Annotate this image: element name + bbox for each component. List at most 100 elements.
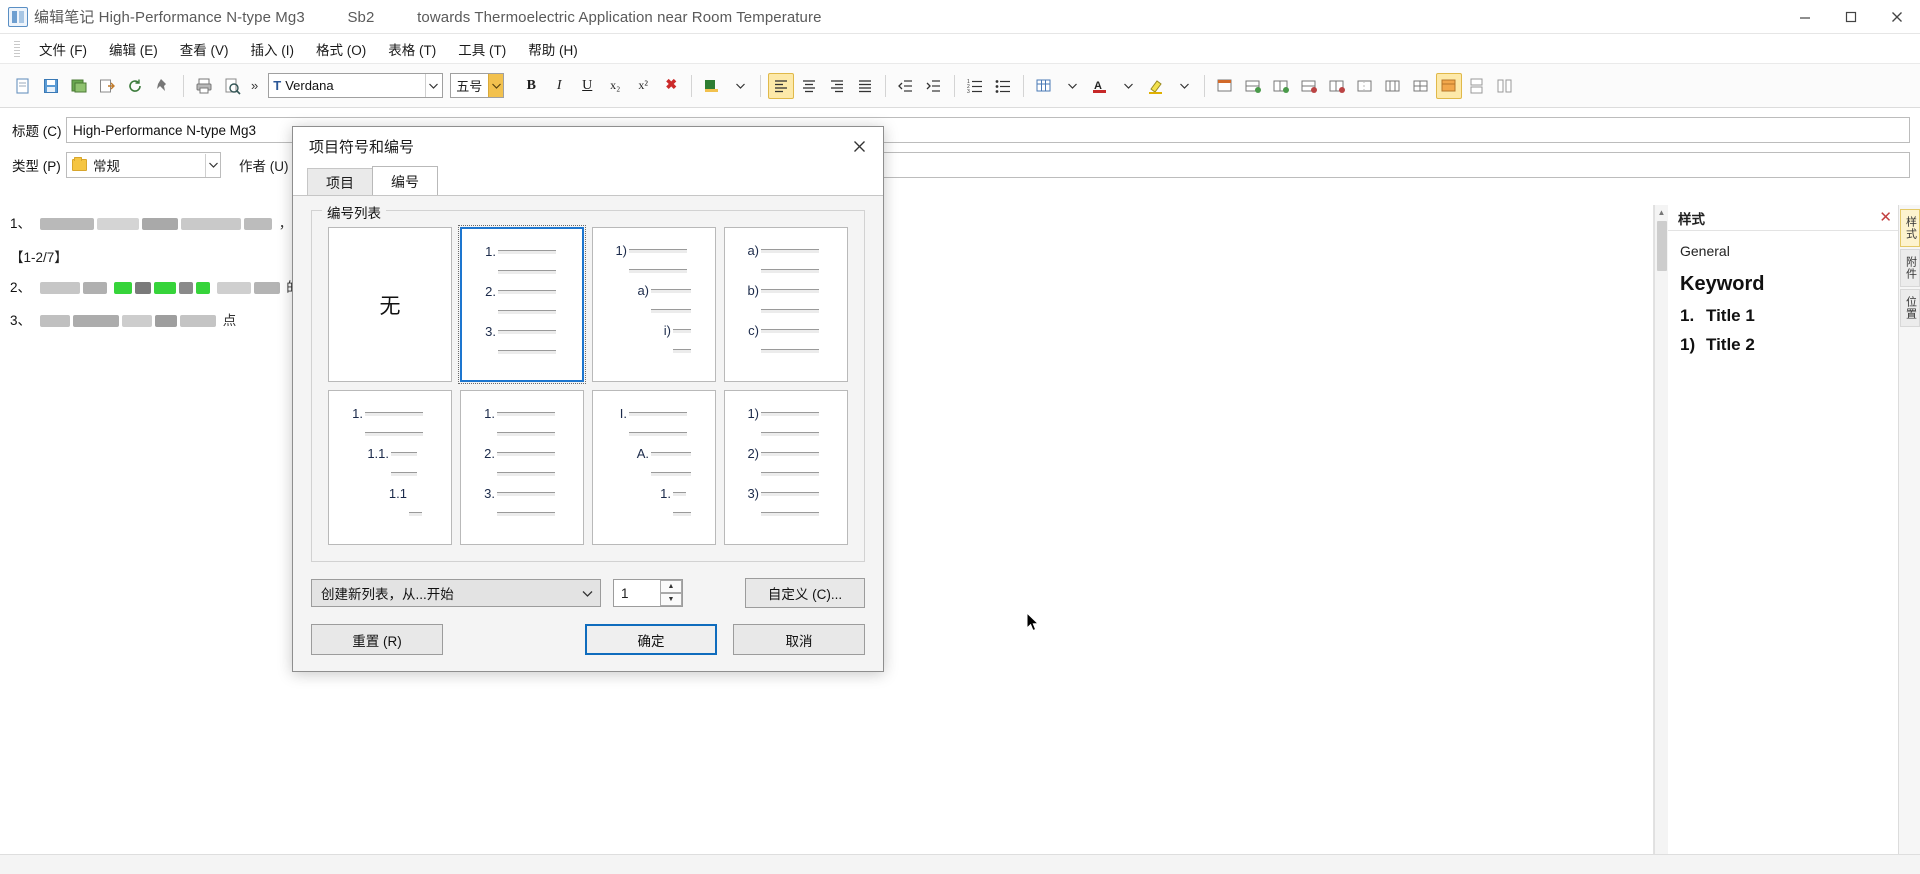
numbering-list-group-title: 编号列表 — [322, 202, 386, 223]
numbering-preview-line — [651, 288, 691, 293]
numbering-preview-line — [761, 511, 819, 516]
numbering-preview-line — [651, 451, 691, 456]
numbering-preview-marker: A. — [636, 446, 649, 462]
bullets-numbering-dialog: 项目符号和编号 项目 编号 编号列表 无 1. 2. 3. 1) a) i) a) b) c) 1.… — [292, 126, 884, 672]
dialog-overlay: 项目符号和编号 项目 编号 编号列表 无 1. 2. 3. 1) a) i) a) b) c) 1.… — [0, 0, 1920, 874]
numbering-preview-line — [498, 349, 556, 354]
numbering-preview-line — [673, 328, 691, 333]
numbering-preview-row — [737, 425, 835, 442]
numbering-preview-row: b) — [737, 282, 835, 299]
numbering-preview-line — [761, 288, 819, 293]
dialog-close-icon[interactable] — [839, 130, 879, 164]
numbering-preview-row — [341, 425, 439, 442]
numbering-preview-row: 1) — [737, 405, 835, 422]
numbering-preview-marker: 1. — [660, 486, 671, 502]
tab-numbering[interactable]: 编号 — [372, 166, 438, 197]
numbering-preview-row — [737, 505, 835, 522]
numbering-preview-row: 3. — [474, 323, 570, 340]
numbering-preview-row: I. — [605, 405, 703, 422]
numbering-preview-marker: 1. — [352, 406, 363, 422]
numbering-preview-row: a) — [605, 282, 703, 299]
numbering-preview-row — [737, 465, 835, 482]
numbering-preview-row — [341, 465, 439, 482]
numbering-preview-line — [497, 491, 555, 496]
numbering-preview-row — [605, 342, 703, 359]
dialog-tabs: 项目 编号 — [293, 166, 883, 197]
numbering-preview-line — [498, 269, 556, 274]
numbering-preview-row: 2) — [737, 445, 835, 462]
numbering-preview-row: c) — [737, 322, 835, 339]
cancel-button[interactable]: 取消 — [733, 624, 865, 656]
tab-bullets[interactable]: 项目 — [307, 168, 373, 197]
numbering-preview-marker: 1. — [484, 406, 495, 422]
numbering-preview-row: 3. — [473, 485, 571, 502]
numbering-tile-lower-alpha-paren[interactable]: a) b) c) — [724, 227, 848, 383]
numbering-preview-line — [673, 511, 691, 516]
stepper-up-icon[interactable]: ▲ — [660, 580, 682, 594]
numbering-preview-marker: 3. — [484, 486, 495, 502]
numbering-preview-row — [473, 505, 571, 522]
numbering-preview-line — [497, 411, 555, 416]
list-mode-value: 创建新列表，从...开始 — [321, 587, 454, 603]
numbering-preview-marker: I. — [619, 406, 627, 422]
numbering-preview-row: i) — [605, 322, 703, 339]
numbering-preview-row — [737, 302, 835, 319]
numbering-preview-row: 2. — [474, 283, 570, 300]
numbering-preview-line — [497, 431, 555, 436]
numbering-tile-multilevel-paren[interactable]: 1) a) i) — [592, 227, 716, 383]
dialog-title: 项目符号和编号 — [309, 139, 415, 157]
list-mode-chevron-down-icon[interactable] — [574, 590, 600, 597]
numbering-preview-row: 1. — [605, 485, 703, 502]
start-number-value: 1 — [621, 585, 629, 601]
numbering-preview-line — [629, 268, 687, 273]
numbering-preview-row — [474, 303, 570, 320]
mouse-cursor — [1026, 611, 1040, 633]
numbering-tile-none[interactable]: 无 — [328, 227, 452, 383]
numbering-tile-decimal-period-flat[interactable]: 1. 2. 3. — [460, 390, 584, 546]
numbering-preview-marker: 2. — [485, 284, 496, 300]
numbering-preview-row: a) — [737, 242, 835, 259]
numbering-preview-row — [474, 343, 570, 360]
stepper-down-icon[interactable]: ▼ — [660, 593, 682, 607]
numbering-preview-marker: 3) — [747, 486, 759, 502]
dialog-title-bar: 项目符号和编号 — [293, 127, 883, 167]
numbering-preview-marker: i) — [663, 323, 671, 339]
numbering-preview-marker: 1) — [747, 406, 759, 422]
numbering-preview-row — [605, 262, 703, 279]
numbering-preview-line — [761, 268, 819, 273]
numbering-preview-row: 2. — [473, 445, 571, 462]
numbering-tile-legal-numbering[interactable]: 1. 1.1. 1.1 — [328, 390, 452, 546]
numbering-preview-line — [497, 511, 555, 516]
numbering-preview-line — [761, 471, 819, 476]
numbering-preview-line — [761, 451, 819, 456]
numbering-preview-line — [497, 471, 555, 476]
numbering-preview-row — [737, 262, 835, 279]
numbering-preview-line — [365, 411, 423, 416]
start-number-stepper[interactable]: 1 ▲ ▼ — [613, 579, 683, 608]
numbering-tile-roman-alpha-decimal[interactable]: I. A. 1. — [592, 390, 716, 546]
dialog-controls-row: 创建新列表，从...开始 1 ▲ ▼ 自定义 (C)... — [311, 578, 865, 609]
numbering-preview-row: 1. — [341, 405, 439, 422]
dialog-body: 编号列表 无 1. 2. 3. 1) a) i) a) b) c) 1. 1.1. 1.1 1. 2. 3. I… — [293, 195, 883, 609]
list-mode-select[interactable]: 创建新列表，从...开始 — [311, 579, 601, 608]
numbering-preview-line — [629, 411, 687, 416]
numbering-preview-line — [761, 348, 819, 353]
numbering-tile-none-label: 无 — [379, 294, 401, 318]
numbering-tile-decimal-period[interactable]: 1. 2. 3. — [458, 225, 586, 385]
numbering-preview-marker: c) — [748, 323, 759, 339]
numbering-preview-line — [498, 329, 556, 334]
ok-button[interactable]: 确定 — [585, 624, 717, 656]
numbering-preview-row: 1.1 — [341, 485, 439, 502]
start-number-arrows[interactable]: ▲ ▼ — [660, 580, 682, 607]
numbering-preview-row: 3) — [737, 485, 835, 502]
numbering-tile-decimal-paren[interactable]: 1) 2) 3) — [724, 390, 848, 546]
numbering-preview-line — [651, 471, 691, 476]
numbering-tile-grid: 无 1. 2. 3. 1) a) i) a) b) c) 1. 1.1. 1.1 1. 2. 3. I. A. 1.… — [326, 225, 850, 546]
numbering-list-group: 编号列表 无 1. 2. 3. 1) a) i) a) b) c) 1. 1.1. 1.1 1. 2. 3. I… — [311, 202, 865, 563]
numbering-preview-marker: b) — [747, 283, 759, 299]
numbering-preview-marker: 1) — [615, 243, 627, 259]
numbering-preview-row — [605, 425, 703, 442]
customize-button[interactable]: 自定义 (C)... — [745, 578, 865, 609]
reset-button[interactable]: 重置 (R) — [311, 624, 443, 656]
numbering-preview-row: 1. — [474, 243, 570, 260]
